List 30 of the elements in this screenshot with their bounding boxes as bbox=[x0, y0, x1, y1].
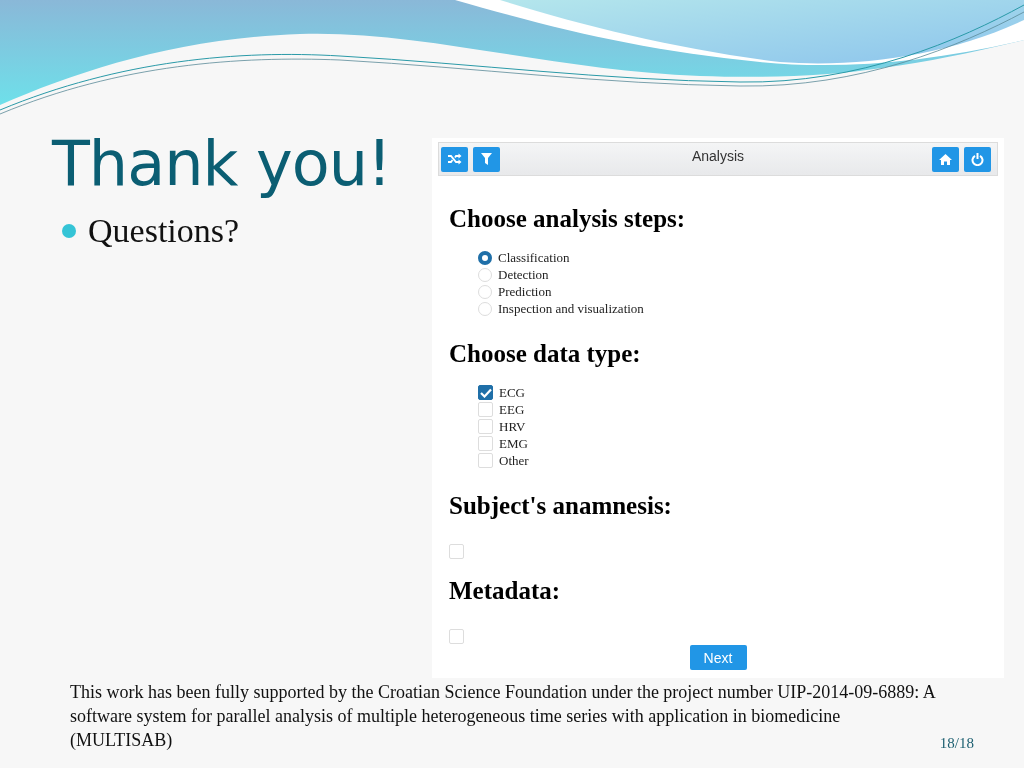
option-label: Other bbox=[499, 452, 529, 469]
home-icon bbox=[939, 153, 952, 165]
page-number: 18/18 bbox=[939, 735, 974, 752]
bullet-icon bbox=[62, 224, 76, 239]
shuffle-icon bbox=[447, 153, 462, 165]
acknowledgement-text: This work has been fully supported by the Croatian Science Foundation under the project number UIP-2014-09-6889: A software system for parallel analysis of multiple heterogeneous time series with application in biomedicine (MULTISAB) bbox=[70, 681, 937, 752]
section-heading: Choose data type: bbox=[449, 339, 642, 369]
next-button[interactable]: Next bbox=[689, 645, 747, 670]
option-label: Prediction bbox=[498, 283, 552, 300]
slide-title: Thank you! bbox=[52, 130, 392, 199]
section-heading: Subject's anamnesis: bbox=[449, 491, 673, 521]
section-heading: Choose analysis steps: bbox=[449, 204, 687, 234]
filter-icon bbox=[481, 153, 492, 165]
home-button[interactable] bbox=[932, 146, 959, 172]
bullet-text: Questions? bbox=[88, 212, 240, 251]
power-icon bbox=[971, 152, 984, 166]
option-label: EEG bbox=[499, 401, 525, 418]
option-label: Classification bbox=[498, 249, 570, 266]
option-label: ECG bbox=[499, 384, 525, 401]
radio-button[interactable] bbox=[478, 250, 492, 265]
shuffle-button[interactable] bbox=[441, 146, 468, 172]
option-label: Detection bbox=[498, 266, 549, 283]
filter-button[interactable] bbox=[473, 146, 500, 172]
section-heading: Metadata: bbox=[449, 576, 562, 606]
power-button[interactable] bbox=[964, 146, 991, 172]
window-title: Analysis bbox=[690, 148, 746, 164]
option-label: Inspection and visualization bbox=[498, 300, 644, 317]
option-label: HRV bbox=[499, 418, 526, 435]
option-label: EMG bbox=[499, 435, 528, 452]
checkbox[interactable] bbox=[478, 385, 493, 400]
